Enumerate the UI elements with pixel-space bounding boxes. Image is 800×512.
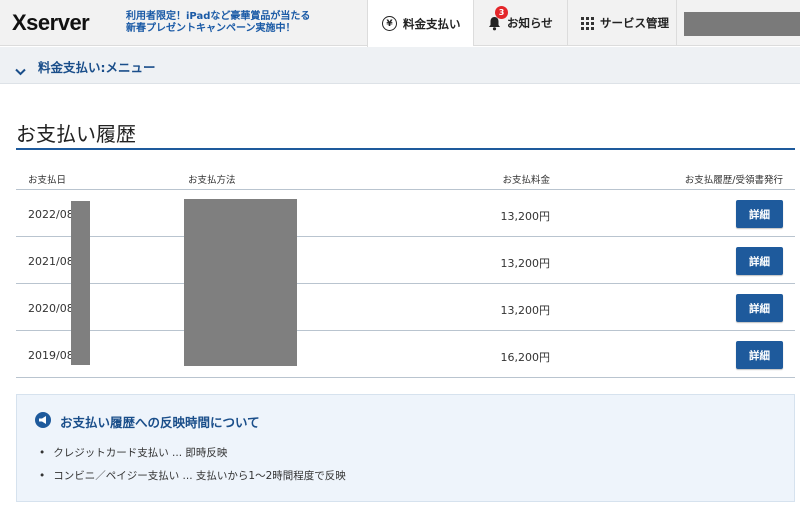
table-row: 2022/08 13,200円 詳細 xyxy=(16,190,795,237)
nav-service-management[interactable]: サービス管理 xyxy=(567,0,677,46)
nav-payment-label: 料金支払い xyxy=(403,16,461,31)
detail-button[interactable]: 詳細 xyxy=(736,341,783,369)
header-amount: お支払料金 xyxy=(502,175,550,186)
account-menu-redacted[interactable] xyxy=(684,12,800,36)
redacted-date-day xyxy=(71,201,90,365)
megaphone-icon xyxy=(35,412,51,432)
payment-menu-label: 料金支払い:メニュー xyxy=(38,60,156,75)
chevron-down-icon xyxy=(15,61,26,80)
payment-date: 2020/08 xyxy=(28,302,74,315)
detail-button[interactable]: 詳細 xyxy=(736,294,783,322)
payment-menu-toggle[interactable]: 料金支払い:メニュー xyxy=(0,47,800,84)
nav-notifications[interactable]: 3 お知らせ xyxy=(473,0,567,46)
notification-count-badge: 3 xyxy=(495,5,508,19)
payment-history-table: お支払日 お支払方法 お支払料金 お支払履歴/受領書発行 2022/08 13,… xyxy=(16,150,795,378)
table-header: お支払日 お支払方法 お支払料金 お支払履歴/受領書発行 xyxy=(16,150,795,190)
list-item: コンビニ／ペイジー支払い ... 支払いから1～2時間程度で反映 xyxy=(39,468,346,483)
header-receipt: お支払履歴/受領書発行 xyxy=(684,175,783,186)
list-item: クレジットカード支払い ... 即時反映 xyxy=(39,445,346,460)
header-method: お支払方法 xyxy=(188,175,236,186)
xserver-logo[interactable]: Xserver xyxy=(12,10,90,36)
payment-amount: 13,200円 xyxy=(500,210,551,223)
notice-title: お支払い履歴への反映時間について xyxy=(60,415,260,430)
detail-button[interactable]: 詳細 xyxy=(736,247,783,275)
reflection-time-notice: お支払い履歴への反映時間について クレジットカード支払い ... 即時反映 コン… xyxy=(16,394,795,502)
yen-icon: ¥ xyxy=(382,16,397,31)
payment-date: 2021/08 xyxy=(28,255,74,268)
table-row: 2020/08 13,200円 詳細 xyxy=(16,284,795,331)
detail-button[interactable]: 詳細 xyxy=(736,200,783,228)
payment-amount: 13,200円 xyxy=(500,257,551,270)
bell-icon: 3 xyxy=(488,5,508,31)
payment-date: 2019/08 xyxy=(28,349,74,362)
campaign-banner[interactable]: 利用者限定！iPadなど豪華賞品が当たる 新春プレゼントキャンペーン実施中！ xyxy=(126,11,310,35)
nav-payment[interactable]: ¥ 料金支払い xyxy=(367,0,473,47)
top-header: Xserver 利用者限定！iPadなど豪華賞品が当たる 新春プレゼントキャンペ… xyxy=(0,0,800,47)
campaign-line-2: 新春プレゼントキャンペーン実施中！ xyxy=(126,23,296,34)
payment-amount: 13,200円 xyxy=(500,304,551,317)
nav-service-label: サービス管理 xyxy=(600,16,669,30)
redacted-payment-method xyxy=(184,199,297,366)
campaign-line-1: 利用者限定！iPadなど豪華賞品が当たる xyxy=(126,11,311,22)
nav-notifications-label: お知らせ xyxy=(507,16,553,30)
payment-date: 2022/08 xyxy=(28,208,74,221)
grid-icon xyxy=(581,16,594,30)
table-row: 2021/08 13,200円 詳細 xyxy=(16,237,795,284)
table-row: 2019/08 16,200円 詳細 xyxy=(16,331,795,378)
page-title: お支払い履歴 xyxy=(16,122,136,146)
header-date: お支払日 xyxy=(28,175,67,186)
payment-amount: 16,200円 xyxy=(500,351,551,364)
notice-list: クレジットカード支払い ... 即時反映 コンビニ／ペイジー支払い ... 支払… xyxy=(39,445,346,491)
